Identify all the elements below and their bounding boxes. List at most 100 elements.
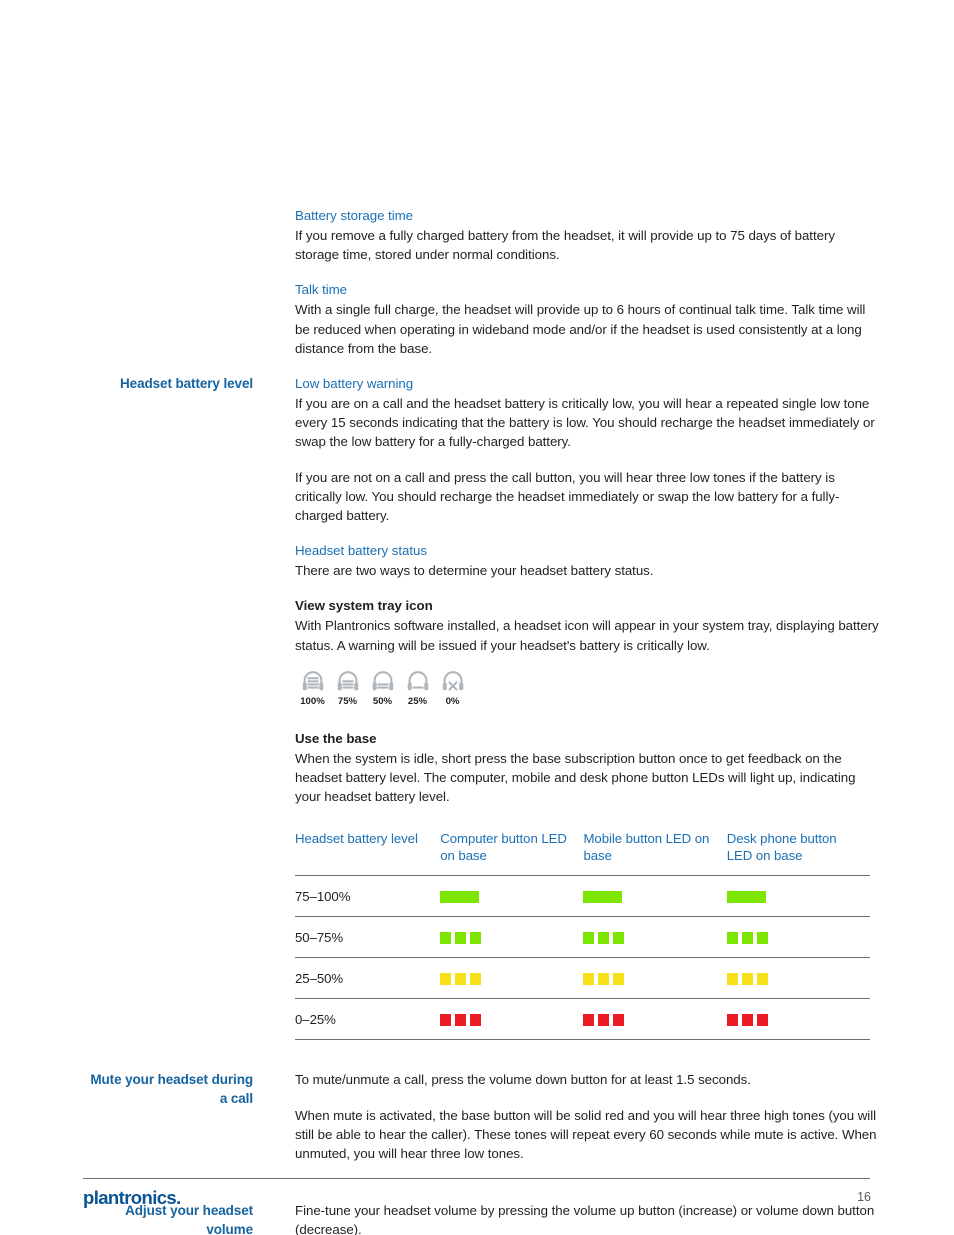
subheading-use-the-base: Use the base: [295, 730, 377, 746]
led-indicator-group: [726, 931, 860, 944]
led-segment: [726, 1013, 738, 1026]
column-header-deskphone-led: Desk phone button LED on base: [726, 831, 837, 864]
led-segment: [726, 972, 738, 985]
cell-deskphone-led: [726, 917, 870, 958]
cell-computer-led: [440, 917, 583, 958]
led-segment: [583, 931, 595, 944]
block-use-the-base: Use the base When the system is idle, sh…: [295, 729, 879, 807]
led-segment: [741, 1013, 753, 1026]
subheading-headset-battery-status: Headset battery status: [295, 543, 427, 559]
paragraph-mute-1: To mute/unmute a call, press the volume …: [295, 1072, 751, 1088]
paragraph-headset-battery-status: There are two ways to determine your hea…: [295, 563, 654, 579]
tray-icon-item-0: 0%: [435, 667, 470, 707]
led-segment: [741, 931, 753, 944]
led-indicator-group: [440, 931, 573, 944]
led-segment: [756, 931, 768, 944]
section-gutter-title-mute-headset: Mute your headset during a call: [90, 1072, 253, 1107]
column-header-battery-level: Headset battery level: [295, 831, 418, 847]
paragraph-adjust-volume: Fine-tune your headset volume by pressin…: [295, 1203, 875, 1235]
led-segment: [598, 1013, 610, 1026]
subheading-low-battery-warning: Low battery warning: [295, 376, 414, 392]
cell-battery-level: 75–100%: [295, 889, 351, 905]
table-row: 25–50%: [295, 958, 870, 999]
led-segment: [598, 972, 610, 985]
led-segment: [756, 1013, 768, 1026]
led-segment: [470, 972, 482, 985]
paragraph-use-the-base: When the system is idle, short press the…: [295, 750, 856, 805]
headset-battery-75-icon: [330, 667, 365, 695]
cell-battery-level: 25–50%: [295, 971, 344, 987]
led-segment: [470, 931, 482, 944]
body-column: Fine-tune your headset volume by pressin…: [295, 1201, 954, 1235]
cell-battery-level: 50–75%: [295, 930, 344, 946]
led-indicator-group: [440, 972, 573, 985]
led-segment: [741, 972, 753, 985]
led-segment: [455, 931, 467, 944]
logo-dot: .: [176, 1187, 181, 1208]
block-talk-time: Talk time With a single full charge, the…: [295, 280, 879, 358]
section-gutter-title-headset-battery-level: Headset battery level: [120, 376, 253, 392]
page-number: 16: [857, 1190, 871, 1204]
cell-deskphone-led: [726, 999, 870, 1040]
cell-computer-led: [440, 999, 583, 1040]
cell-deskphone-led: [726, 958, 870, 999]
led-segment: [598, 931, 610, 944]
led-indicator-group: [583, 1013, 716, 1026]
tray-icon-item-75: 75%: [330, 667, 365, 707]
tray-icon-item-50: 50%: [365, 667, 400, 707]
subheading-battery-storage-time: Battery storage time: [295, 208, 413, 223]
cell-mobile-led: [583, 958, 726, 999]
led-indicator-group: [583, 972, 716, 985]
headset-battery-25-icon: [400, 667, 435, 695]
body-column: To mute/unmute a call, press the volume …: [295, 1070, 954, 1179]
tray-icon-label: 0%: [445, 695, 460, 707]
paragraph-mute-2: When mute is activated, the base button …: [295, 1107, 877, 1162]
cell-mobile-led: [583, 876, 726, 917]
led-segment: [613, 1013, 625, 1026]
led-segment: [613, 972, 625, 985]
tray-icon-label: 75%: [337, 695, 358, 707]
paragraph-battery-storage-time: If you remove a fully charged battery fr…: [295, 228, 835, 263]
section-headset-battery-level: Headset battery level Low battery warnin…: [0, 374, 954, 1046]
table-header-row: Headset battery level Computer button LE…: [295, 830, 870, 876]
section-mute-headset: Mute your headset during a call To mute/u…: [0, 1070, 954, 1179]
led-segment: [583, 890, 623, 903]
led-segment: [583, 972, 595, 985]
cell-computer-led: [440, 876, 583, 917]
footer-divider: [83, 1178, 870, 1179]
battery-led-table: Headset battery level Computer button LE…: [295, 830, 870, 1040]
paragraph-talk-time: With a single full charge, the headset w…: [295, 302, 866, 356]
led-segment: [613, 931, 625, 944]
led-indicator-group: [726, 890, 860, 903]
table-row: 0–25%: [295, 999, 870, 1040]
led-segment: [440, 972, 452, 985]
headset-battery-100-icon: [295, 667, 330, 695]
logo-wordmark: plantronics: [83, 1187, 177, 1208]
body-column: Low battery warning If you are on a call…: [295, 374, 954, 1046]
led-indicator-group: [726, 1013, 860, 1026]
tray-icon-item-25: 25%: [400, 667, 435, 707]
led-indicator-group: [583, 890, 716, 903]
led-segment: [455, 1013, 467, 1026]
led-segment: [726, 931, 738, 944]
led-segment: [756, 972, 768, 985]
headset-battery-0-icon: [435, 667, 470, 695]
led-segment: [440, 1013, 452, 1026]
block-low-battery-warning: Low battery warning If you are on a call…: [295, 374, 879, 525]
section-battery-times: Battery storage time If you remove a ful…: [0, 206, 954, 374]
paragraph-view-system-tray-icon: With Plantronics software installed, a h…: [295, 618, 879, 653]
document-page: Battery storage time If you remove a ful…: [0, 0, 954, 1235]
table-body: 75–100% 50–75% 25–50% 0–25%: [295, 876, 870, 1040]
block-headset-battery-status: Headset battery status There are two way…: [295, 541, 879, 580]
led-indicator-group: [726, 972, 860, 985]
led-segment: [470, 1013, 482, 1026]
cell-mobile-led: [583, 999, 726, 1040]
tray-icon-label: 25%: [407, 695, 428, 707]
gutter-column: Headset battery level: [0, 374, 295, 393]
system-tray-icon-legend: 100% 75% 50% 25% 0%: [295, 667, 879, 707]
cell-mobile-led: [583, 917, 726, 958]
cell-battery-level: 0–25%: [295, 1012, 336, 1028]
led-indicator-group: [440, 1013, 573, 1026]
led-indicator-group: [440, 890, 573, 903]
table-header: Headset battery level Computer button LE…: [295, 830, 870, 876]
